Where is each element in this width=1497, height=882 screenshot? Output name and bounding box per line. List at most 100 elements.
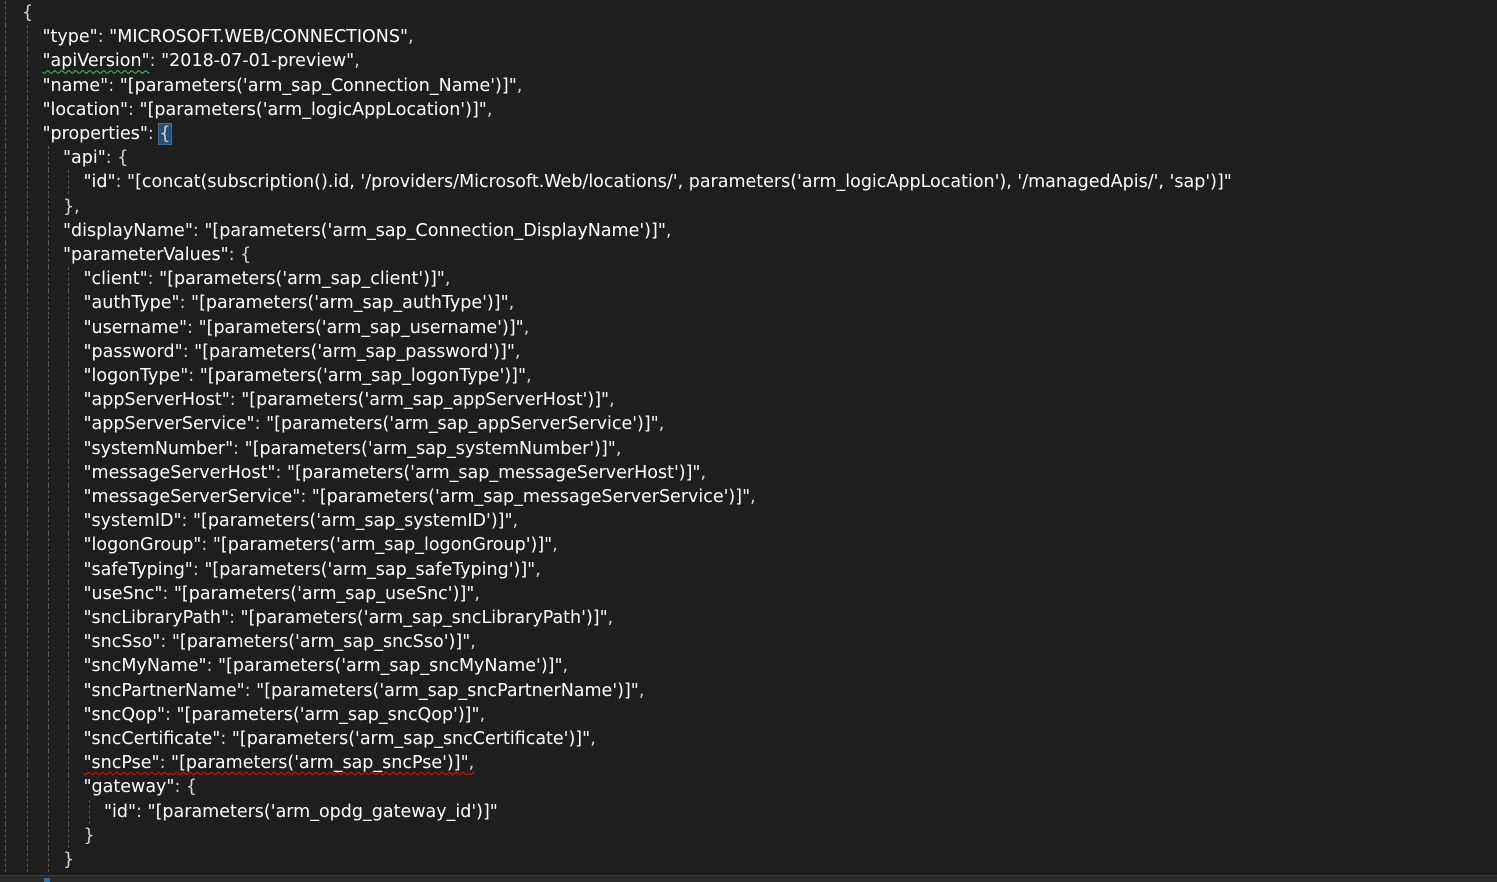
code-text: "messageServerHost": "[parameters('arm_s…: [84, 461, 707, 485]
indent-guide: [5, 533, 6, 558]
code-text: "name": "[parameters('arm_sap_Connection…: [43, 74, 523, 98]
indent-guide: [68, 533, 69, 558]
indent-guide: [68, 315, 69, 340]
indent-guide: [27, 509, 28, 534]
json-key: "safeTyping": [83, 559, 193, 580]
indent-guide: [68, 581, 69, 606]
json-punctuation: :: [147, 269, 160, 290]
indent-guide: [68, 436, 69, 461]
horizontal-scrollbar[interactable]: [0, 875, 1497, 882]
indent-guide: [48, 727, 49, 751]
indent-guide: [48, 339, 49, 364]
json-key: "username": [83, 317, 188, 338]
json-string: "[parameters('arm_sap_authType')]": [191, 293, 509, 314]
indent-guide: [27, 727, 28, 751]
json-punctuation: :: [300, 487, 312, 507]
json-string: "[parameters('arm_sap_safeTyping')]": [204, 559, 536, 580]
json-string: "[parameters('arm_sap_sncMyName')]": [217, 656, 563, 677]
indent-guide: [48, 823, 49, 848]
code-text: "appServerHost": "[parameters('arm_sap_a…: [84, 388, 615, 412]
indent-guide: [5, 49, 6, 74]
indent-guide: [27, 267, 28, 292]
indent-guide: [68, 388, 69, 413]
code-text: },: [63, 195, 80, 219]
indent-guide: [5, 146, 6, 171]
json-punctuation: ,: [750, 487, 756, 507]
indent-guide: [68, 823, 69, 848]
indent-guide: [5, 509, 6, 534]
json-string: "[parameters('arm_sap_useSnc')]": [173, 583, 475, 604]
json-string: "[parameters('arm_sap_sncPse')]": [171, 753, 469, 774]
indent-guide: [48, 581, 49, 606]
indent-guide: [48, 799, 49, 824]
json-punctuation: :: [201, 535, 213, 556]
json-punctuation: :: [179, 293, 192, 314]
code-editor[interactable]: {"type": "MICROSOFT.WEB/CONNECTIONS", "ap…: [0, 0, 1497, 882]
indent-guide: [5, 170, 6, 195]
indent-guide: [48, 388, 49, 413]
json-punctuation: ,: [408, 27, 414, 48]
indent-guide: [27, 388, 28, 413]
json-punctuation: ,: [444, 269, 451, 290]
code-text: "properties": {: [42, 122, 172, 146]
json-punctuation: ,: [526, 366, 532, 386]
json-punctuation: ,: [512, 511, 519, 532]
json-punctuation: }: [83, 825, 95, 846]
indent-guide: [48, 460, 49, 485]
indent-guide: [48, 751, 49, 776]
indent-guide: [27, 73, 28, 98]
json-key: "displayName": [63, 220, 193, 241]
indent-guide: [27, 581, 28, 606]
indent-guide: [48, 364, 49, 388]
code-text: "logonGroup": "[parameters('arm_sap_logo…: [84, 533, 558, 557]
json-punctuation: :: [244, 680, 257, 701]
code-text: "systemNumber": "[parameters('arm_sap_sy…: [84, 437, 622, 461]
json-key: "client": [83, 269, 148, 290]
indent-guide: [27, 339, 28, 364]
indent-guide: [27, 460, 28, 485]
indent-guide: [68, 775, 69, 800]
json-punctuation: {: [22, 3, 34, 23]
indent-guide: [5, 799, 6, 824]
indent-guide: [5, 557, 6, 582]
indent-guide: [5, 1, 6, 25]
json-punctuation: ,: [607, 608, 614, 628]
code-text: }: [84, 824, 95, 848]
code-text: "id": "[parameters('arm_opdg_gateway_id'…: [104, 800, 498, 824]
indent-guide: [27, 194, 28, 219]
json-key: "logonGroup": [83, 535, 202, 556]
indent-guide: [27, 799, 28, 824]
indent-guide: [5, 339, 6, 364]
json-punctuation: ,: [514, 341, 521, 362]
json-string: "[parameters('arm_sap_systemNumber')]": [244, 438, 616, 459]
indent-guide: [5, 751, 6, 776]
json-punctuation: :: [108, 75, 120, 96]
indent-guide: [27, 146, 28, 171]
indent-guide: [27, 630, 28, 655]
json-punctuation: ,: [609, 390, 615, 411]
json-punctuation: :: [149, 51, 162, 72]
code-text: "parameterValues": {: [63, 243, 251, 267]
indent-guide: [27, 848, 28, 872]
json-key: "properties": [42, 124, 148, 144]
json-punctuation: ,: [516, 75, 523, 96]
json-string: "[parameters('arm_sap_sncPartnerName')]": [256, 680, 639, 701]
json-string: "[parameters('arm_sap_Connection_Name')]…: [119, 75, 517, 96]
json-string: "[parameters('arm_sap_sncCertificate')]": [231, 729, 591, 749]
json-punctuation: :: [188, 366, 200, 386]
json-punctuation: :: [115, 172, 128, 193]
indent-guide: [5, 25, 6, 50]
indent-guide: [27, 654, 28, 679]
json-string: "[parameters('arm_sap_appServerHost')]": [241, 390, 610, 411]
indent-guide: [68, 630, 69, 655]
indent-guide: [48, 315, 49, 340]
json-key: "sncMyName": [83, 656, 207, 677]
indent-guide: [27, 97, 28, 122]
code-text: }: [63, 848, 74, 872]
code-text: "client": "[parameters('arm_sap_client')…: [84, 267, 451, 291]
json-punctuation: ,: [638, 680, 645, 701]
indent-guide: [27, 678, 28, 703]
json-string: "[parameters('arm_sap_sncQop')]": [176, 704, 480, 725]
json-key: "id": [83, 172, 116, 193]
indent-guide: [68, 485, 69, 509]
